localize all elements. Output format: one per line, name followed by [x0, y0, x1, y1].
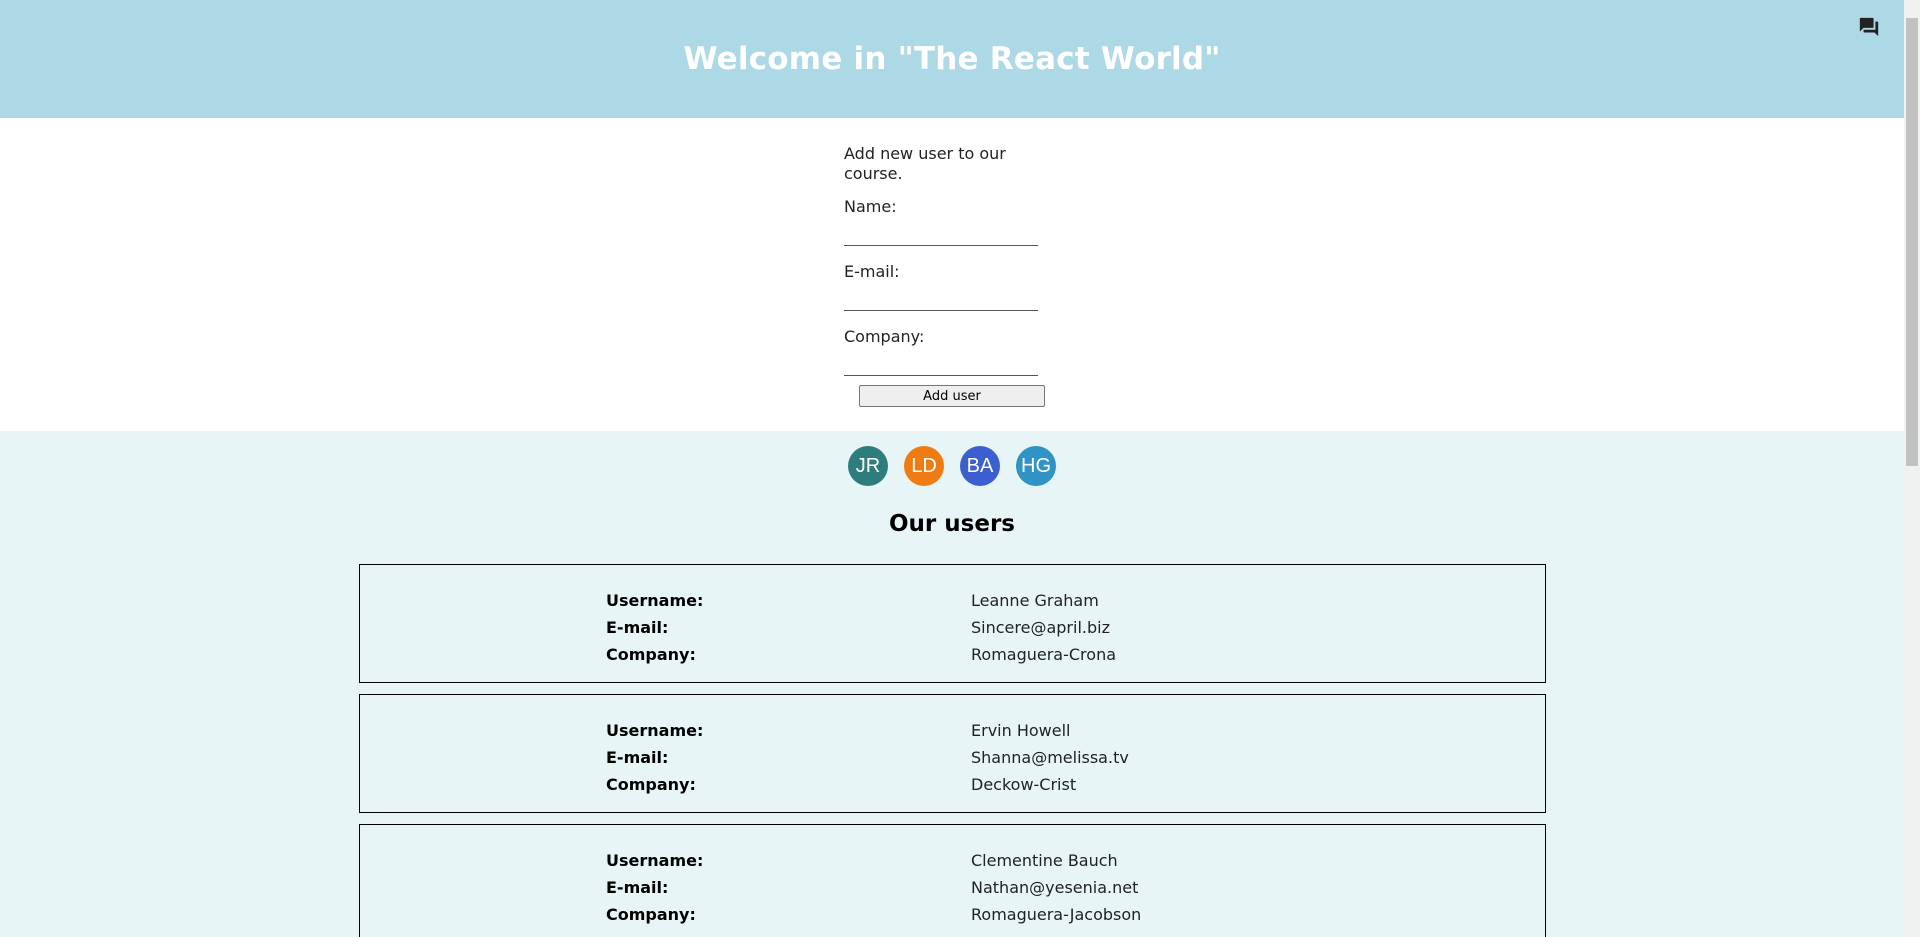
page-header: Welcome in "The React World": [0, 0, 1904, 118]
username-value: Clementine Bauch: [971, 851, 1118, 870]
avatar[interactable]: BA: [960, 446, 1000, 486]
company-value: Romaguera-Crona: [971, 645, 1117, 664]
company-field-group: Company:: [844, 327, 1064, 376]
form-intro: Add new user to our course.: [844, 144, 1006, 183]
user-card-list: Username: Leanne Graham E-mail: Sincere@…: [359, 564, 1546, 937]
company-value: Deckow-Crist: [971, 775, 1077, 794]
email-key: E-mail:: [606, 618, 669, 637]
username-key: Username:: [606, 851, 704, 870]
email-field-group: E-mail:: [844, 262, 1064, 311]
company-key: Company:: [606, 645, 696, 664]
avatar[interactable]: HG: [1016, 446, 1056, 486]
username-value: Leanne Graham: [971, 591, 1099, 610]
email-key: E-mail:: [606, 878, 669, 897]
username-value: Ervin Howell: [971, 721, 1071, 740]
name-input[interactable]: [844, 223, 1038, 246]
page: Welcome in "The React World" Add new use…: [0, 0, 1904, 937]
company-input[interactable]: [844, 353, 1038, 376]
company-row: Company: Deckow-Crist: [606, 771, 1306, 798]
users-section: JR LD BA HG Our users Username: Leanne G…: [0, 431, 1904, 937]
add-user-button[interactable]: Add user: [859, 385, 1045, 407]
email-key: E-mail:: [606, 748, 669, 767]
email-label: E-mail:: [844, 262, 900, 281]
company-key: Company:: [606, 775, 696, 794]
avatar[interactable]: JR: [848, 446, 888, 486]
username-row: Username: Ervin Howell: [606, 717, 1306, 744]
vertical-scrollbar[interactable]: [1904, 0, 1920, 937]
email-value: Nathan@yesenia.net: [971, 878, 1139, 897]
company-row: Company: Romaguera-Crona: [606, 641, 1306, 668]
email-row: E-mail: Sincere@april.biz: [606, 614, 1306, 641]
form-fields: Add new user to our course. Name: E-mail…: [844, 144, 1064, 392]
page-title: Welcome in "The React World": [683, 41, 1221, 77]
name-field-group: Name:: [844, 197, 1064, 246]
company-value: Romaguera-Jacobson: [971, 905, 1142, 924]
username-row: Username: Leanne Graham: [606, 587, 1306, 614]
user-card: Username: Leanne Graham E-mail: Sincere@…: [359, 564, 1546, 683]
users-heading: Our users: [889, 511, 1015, 537]
username-key: Username:: [606, 721, 704, 740]
email-row: E-mail: Shanna@melissa.tv: [606, 744, 1306, 771]
user-card: Username: Clementine Bauch E-mail: Natha…: [359, 824, 1546, 937]
browser-viewport: Welcome in "The React World" Add new use…: [0, 0, 1920, 937]
user-card: Username: Ervin Howell E-mail: Shanna@me…: [359, 694, 1546, 813]
scrollbar-thumb[interactable]: [1906, 18, 1918, 466]
email-input[interactable]: [844, 288, 1038, 311]
company-row: Company: Romaguera-Jacobson: [606, 901, 1306, 928]
company-key: Company:: [606, 905, 696, 924]
avatar-list: JR LD BA HG: [0, 446, 1904, 486]
email-row: E-mail: Nathan@yesenia.net: [606, 874, 1306, 901]
company-label: Company:: [844, 327, 925, 346]
email-value: Shanna@melissa.tv: [971, 748, 1129, 767]
name-label: Name:: [844, 197, 897, 216]
username-row: Username: Clementine Bauch: [606, 847, 1306, 874]
username-key: Username:: [606, 591, 704, 610]
email-value: Sincere@april.biz: [971, 618, 1110, 637]
avatar[interactable]: LD: [904, 446, 944, 486]
add-user-form: Add new user to our course. Name: E-mail…: [0, 118, 1904, 431]
chat-bubbles-icon[interactable]: [1858, 16, 1880, 38]
